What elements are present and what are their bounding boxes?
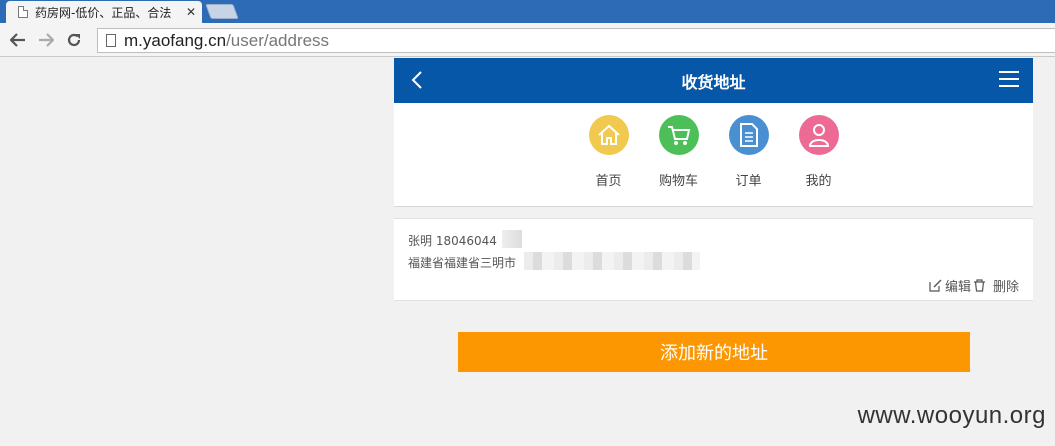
nav-home[interactable]: 首页 bbox=[574, 103, 644, 206]
address-actions: 编辑 删除 bbox=[927, 276, 1019, 295]
user-icon bbox=[798, 115, 839, 155]
watermark: www.wooyun.org bbox=[857, 402, 1046, 429]
redaction-blur bbox=[524, 252, 700, 270]
back-icon[interactable] bbox=[408, 70, 428, 90]
trash-icon bbox=[973, 279, 985, 292]
nav-profile-label: 我的 bbox=[805, 174, 832, 189]
nav-home-label: 首页 bbox=[595, 174, 622, 189]
edit-icon bbox=[929, 279, 942, 292]
url-path: /user/address bbox=[226, 30, 330, 50]
url-host: m.yaofang.cn bbox=[124, 30, 227, 50]
menu-icon[interactable] bbox=[999, 70, 1019, 88]
address-detail: 福建省福建省三明市 bbox=[408, 256, 517, 270]
page-title: 收货地址 bbox=[681, 72, 746, 92]
arrow-left-icon bbox=[10, 32, 25, 47]
edit-button[interactable]: 编辑 bbox=[929, 276, 971, 295]
browser-tab[interactable]: 药房网-低价、正品、合法 ✕ bbox=[6, 1, 202, 23]
arrow-right-icon bbox=[39, 32, 54, 47]
mobile-page: 收货地址 首页 购物车 订单 我的 张明 18046044 福建省福建省三明市 … bbox=[394, 58, 1033, 446]
nav-orders-label: 订单 bbox=[735, 174, 762, 189]
cart-icon bbox=[658, 115, 699, 155]
delete-label: 删除 bbox=[992, 280, 1019, 295]
reload-icon bbox=[67, 33, 81, 46]
redaction-blur bbox=[502, 230, 522, 248]
page-icon bbox=[18, 6, 28, 18]
reload-button[interactable] bbox=[60, 26, 88, 54]
address-card[interactable]: 张明 18046044 福建省福建省三明市 编辑 删除 bbox=[394, 218, 1033, 301]
url-text: m.yaofang.cn/user/address bbox=[124, 31, 329, 51]
add-address-button[interactable]: 添加新的地址 bbox=[458, 332, 970, 372]
page-icon bbox=[106, 34, 116, 47]
document-icon bbox=[728, 115, 769, 155]
quick-nav: 首页 购物车 订单 我的 bbox=[394, 103, 1033, 207]
nav-cart[interactable]: 购物车 bbox=[644, 103, 714, 206]
browser-tab-strip: 药房网-低价、正品、合法 ✕ bbox=[0, 0, 1055, 23]
address-name-phone: 张明 18046044 bbox=[408, 234, 497, 248]
nav-orders[interactable]: 订单 bbox=[714, 103, 784, 206]
edit-label: 编辑 bbox=[944, 280, 971, 295]
nav-profile[interactable]: 我的 bbox=[784, 103, 854, 206]
browser-toolbar: m.yaofang.cn/user/address bbox=[0, 23, 1055, 57]
delete-button[interactable]: 删除 bbox=[973, 276, 1019, 295]
address-bar[interactable]: m.yaofang.cn/user/address bbox=[97, 28, 1055, 53]
tab-title: 药房网-低价、正品、合法 bbox=[35, 5, 172, 20]
nav-cart-label: 购物车 bbox=[658, 174, 698, 189]
page-header: 收货地址 bbox=[394, 58, 1033, 103]
forward-button[interactable] bbox=[32, 26, 60, 54]
back-button[interactable] bbox=[4, 26, 32, 54]
tab-close-icon[interactable]: ✕ bbox=[186, 5, 196, 19]
new-tab-button[interactable] bbox=[205, 4, 239, 19]
home-icon bbox=[588, 115, 629, 155]
